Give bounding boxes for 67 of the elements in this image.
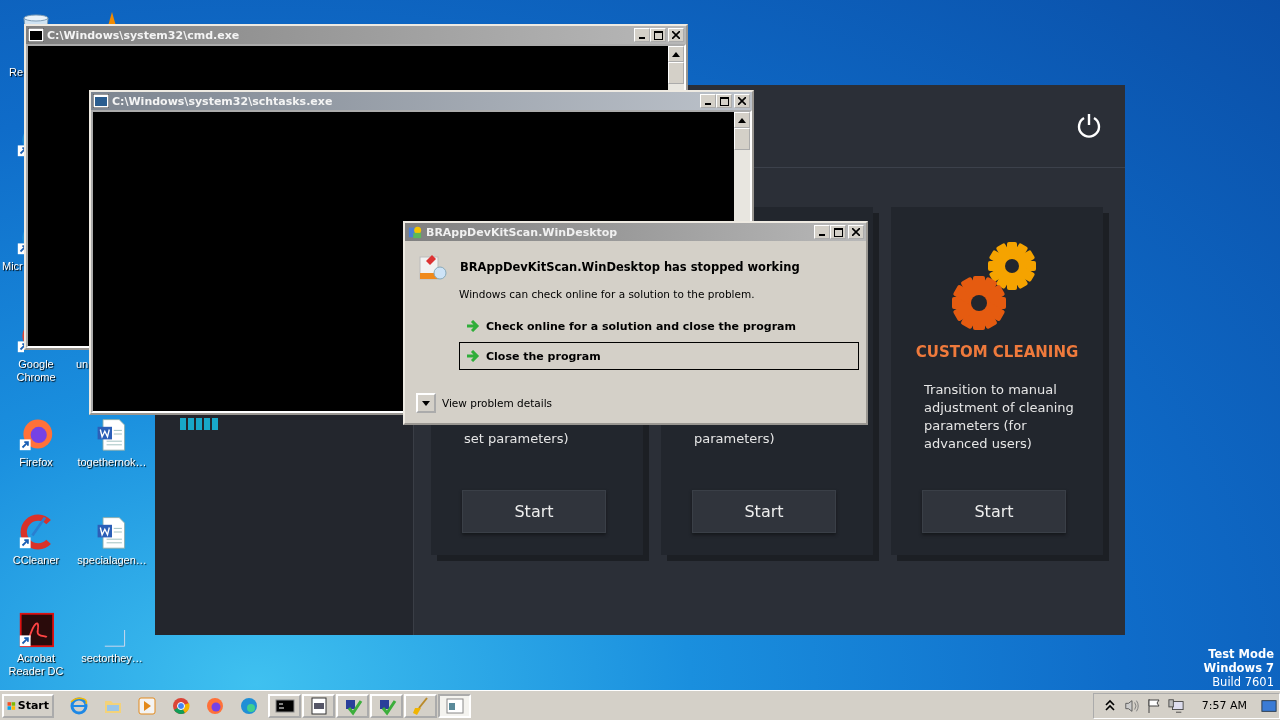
window-icon: [308, 695, 329, 716]
desktop-icon-label[interactable]: CCleaner: [0, 554, 74, 567]
close-button[interactable]: [668, 28, 684, 42]
window-title: C:\Windows\system32\cmd.exe: [47, 28, 241, 42]
desktop-icon-label[interactable]: togethernok…: [74, 456, 150, 469]
speaker-icon[interactable]: [1123, 697, 1140, 714]
acrobat-icon[interactable]: [18, 612, 54, 648]
close-icon: [738, 97, 746, 105]
test-mode-text: Windows 7: [1203, 661, 1274, 675]
maximize-button[interactable]: [830, 225, 846, 239]
desktop-icon-label[interactable]: Google Chrome: [0, 358, 74, 384]
clock[interactable]: 7:57 AM: [1201, 699, 1247, 712]
firefox-icon[interactable]: [205, 695, 225, 716]
minimize-button[interactable]: [814, 225, 830, 239]
card-title: CUSTOM CLEANING: [914, 343, 1080, 361]
expand-button[interactable]: [416, 393, 436, 413]
window-icon: [444, 695, 465, 716]
error-heading: BRAppDevKitScan.WinDesktop has stopped working: [460, 260, 800, 274]
desktop-icon-label[interactable]: Re: [0, 66, 24, 79]
arrow-icon: [466, 350, 480, 362]
minimize-button[interactable]: [634, 28, 650, 42]
taskbar-button[interactable]: [268, 693, 301, 718]
card-description: set parameters): [463, 430, 570, 448]
desktop-icon-label[interactable]: Micr: [0, 260, 23, 273]
window-title: BRAppDevKitScan.WinDesktop: [426, 225, 619, 239]
desktop-icon-label[interactable]: un: [76, 358, 89, 371]
close-icon: [672, 31, 680, 39]
taskbar-button[interactable]: [302, 693, 335, 718]
close-button[interactable]: [734, 94, 750, 108]
close-button[interactable]: [848, 225, 864, 239]
card-description: parameters): [693, 430, 776, 448]
segmented-bar-icon: [180, 418, 218, 430]
up-arrow-icon: [672, 51, 680, 57]
start-button[interactable]: Start: [2, 693, 54, 718]
start-button[interactable]: Start: [462, 490, 606, 533]
show-desktop-icon[interactable]: [1261, 697, 1277, 714]
network-icon[interactable]: [1167, 697, 1184, 714]
caret-icon: [422, 400, 430, 406]
test-mode-text: Build 7601: [1212, 675, 1274, 689]
taskbar-button[interactable]: [370, 693, 403, 718]
command-link[interactable]: Check online for a solution and close the program: [459, 312, 859, 340]
start-button[interactable]: Start: [922, 490, 1066, 533]
error-message: Windows can check online for a solution to the problem.: [459, 288, 756, 300]
console-icon: [93, 94, 109, 108]
up-arrow-icon: [738, 117, 746, 123]
card-description: Transition to manual adjustment of cleaning parameters (for advanced users): [923, 381, 1075, 453]
broom-icon: [410, 695, 431, 716]
details-link[interactable]: View problem details: [442, 397, 553, 409]
scroll-up-button[interactable]: [734, 112, 750, 128]
test-mode-text: Test Mode: [1208, 647, 1274, 661]
maximize-button[interactable]: [716, 94, 732, 108]
desktop-icon-label[interactable]: Firefox: [0, 456, 74, 469]
scroll-thumb[interactable]: [668, 62, 684, 84]
scroll-up-button[interactable]: [668, 46, 684, 62]
command-link[interactable]: Close the program: [459, 342, 859, 370]
start-button[interactable]: Start: [692, 490, 836, 533]
minimize-button[interactable]: [700, 94, 716, 108]
taskbar-button[interactable]: [336, 693, 369, 718]
flag-icon[interactable]: [1145, 697, 1162, 714]
power-icon[interactable]: [1075, 112, 1103, 140]
console-icon: [28, 28, 44, 42]
scroll-thumb[interactable]: [734, 128, 750, 150]
maximize-button[interactable]: [650, 28, 666, 42]
close-icon: [852, 228, 860, 236]
window-title: C:\Windows\system32\schtasks.exe: [112, 94, 334, 108]
arrow-icon: [466, 320, 480, 332]
app-icon: [407, 225, 423, 239]
